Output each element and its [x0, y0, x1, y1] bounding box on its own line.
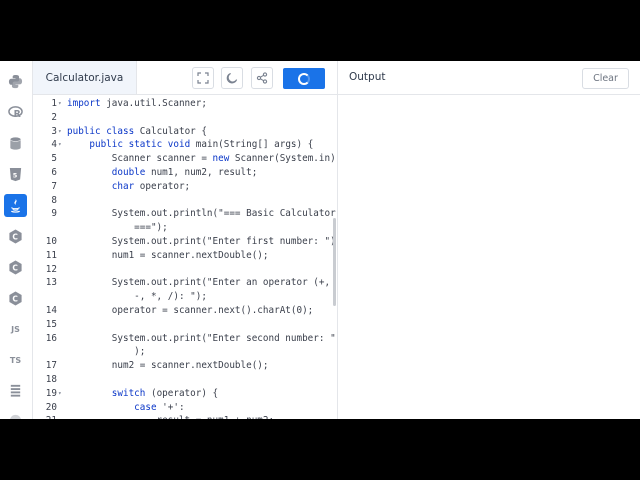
line-number: 18 [45, 374, 57, 385]
code-text: public class Calculator { [67, 125, 207, 137]
file-name: Calculator.java [45, 71, 124, 84]
line-number: 3 [51, 125, 57, 137]
svg-text:C: C [12, 294, 18, 303]
code-text: ==="); [67, 222, 168, 234]
code-text: Scanner scanner = new Scanner(System.in)… [67, 153, 337, 165]
javascript-label: JS [11, 325, 20, 334]
cpp-icon[interactable]: C [4, 256, 27, 279]
java-icon[interactable] [4, 194, 27, 217]
line-number: 17 [45, 360, 57, 372]
code-text: operator = scanner.next().charAt(0); [67, 305, 314, 316]
line-number: 19 [45, 387, 57, 399]
online-compiler-app: R 5 C C C JS TS Calculator.java 1 ▾ impo… [0, 61, 640, 419]
typescript-icon[interactable]: TS [4, 349, 27, 372]
code-text: public static void main(String[] args) { [89, 139, 314, 151]
line-number: 8 [51, 194, 57, 206]
line-number: 7 [51, 180, 57, 192]
html5-icon[interactable]: 5 [4, 163, 27, 186]
code-text: System.out.print("Enter second number: " [67, 332, 336, 344]
code-editor[interactable]: 1 ▾ import java.util.Scanner; 2 3 ▾ public cla… [33, 95, 337, 419]
csharp-icon[interactable]: C [4, 287, 27, 310]
fold-chevron-icon[interactable]: ▾ [58, 138, 62, 152]
theme-toggle-button[interactable] [221, 67, 243, 89]
run-button[interactable] [283, 68, 325, 89]
fold-chevron-icon[interactable]: ▾ [58, 97, 62, 111]
clear-button[interactable]: Clear [582, 68, 629, 89]
line-number: 6 [51, 167, 57, 178]
line-number: 21 [33, 414, 57, 419]
code-text: import java.util.Scanner; [67, 98, 207, 109]
line-number: 1 [51, 98, 57, 109]
more-languages-icon[interactable] [4, 409, 27, 419]
python-icon[interactable] [4, 70, 27, 93]
editor-toolbar: Calculator.java [33, 61, 337, 95]
share-icon [256, 72, 268, 84]
moon-icon [226, 72, 238, 84]
line-number: 13 [45, 277, 57, 289]
line-number: 9 [51, 208, 57, 220]
line-number: 2 [51, 111, 57, 123]
code-text: ); [67, 346, 146, 358]
line-number: 20 [45, 401, 57, 413]
code-text: double num1, num2, result; [111, 167, 258, 178]
line-number: 16 [45, 332, 57, 344]
svg-text:C: C [12, 232, 18, 241]
line-number: 5 [51, 153, 57, 165]
code-text: System.out.print("Enter an operator (+, [67, 277, 331, 289]
javascript-icon[interactable]: JS [4, 318, 27, 341]
c-icon[interactable]: C [4, 225, 27, 248]
output-title: Output [349, 71, 386, 83]
code-text: result = num1 + num2; [67, 414, 275, 419]
code-text: -, *, /): "); [67, 291, 207, 303]
fullscreen-icon [197, 72, 209, 84]
sql-icon[interactable] [4, 132, 27, 155]
fold-chevron-icon[interactable]: ▾ [58, 387, 62, 401]
fullscreen-button[interactable] [192, 67, 214, 89]
r-icon[interactable]: R [4, 101, 27, 124]
code-text: System.out.print("Enter first number: ")… [67, 236, 337, 247]
line-number: 4 [51, 139, 57, 151]
share-button[interactable] [251, 67, 273, 89]
fold-chevron-icon[interactable]: ▾ [58, 125, 62, 139]
svg-text:R: R [14, 109, 22, 120]
loading-spinner-icon [298, 72, 310, 85]
code-text: num1 = scanner.nextDouble(); [67, 249, 269, 261]
line-number: 12 [45, 263, 57, 275]
code-text: char operator; [111, 180, 191, 192]
code-text: switch (operator) { [111, 387, 219, 399]
svg-text:C: C [12, 263, 18, 272]
go-icon[interactable] [4, 379, 27, 402]
line-number: 14 [45, 305, 57, 316]
code-text: System.out.println("=== Basic Calculator [67, 208, 336, 220]
language-sidebar: R 5 C C C JS TS [0, 61, 33, 419]
clear-label: Clear [593, 73, 618, 84]
line-number: 10 [45, 236, 57, 247]
typescript-label: TS [9, 356, 22, 365]
editor-scrollbar[interactable] [333, 218, 336, 306]
file-tab[interactable]: Calculator.java [33, 61, 137, 94]
code-text: case '+': [134, 401, 185, 413]
code-text: num2 = scanner.nextDouble(); [67, 360, 269, 372]
svg-text:5: 5 [13, 171, 18, 179]
output-console[interactable] [338, 95, 640, 419]
output-header: Output Clear [338, 61, 640, 95]
line-number: 11 [45, 249, 57, 261]
line-number: 15 [45, 318, 57, 330]
